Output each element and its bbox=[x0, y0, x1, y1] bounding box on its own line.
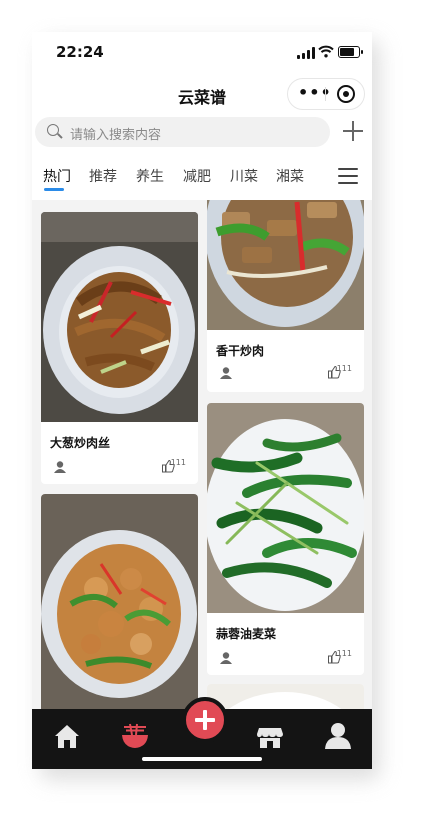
signal-icon bbox=[297, 47, 315, 59]
tab-health[interactable]: 养生 bbox=[136, 166, 164, 186]
like-count: 111 bbox=[336, 364, 352, 373]
recipe-card[interactable]: 香干炒肉 111 bbox=[207, 200, 364, 392]
recipe-image bbox=[207, 403, 364, 613]
like-count: 111 bbox=[336, 649, 352, 658]
recipe-card[interactable] bbox=[207, 684, 364, 710]
miniprogram-capsule: ••• bbox=[287, 78, 365, 110]
tab-sichuan[interactable]: 川菜 bbox=[230, 166, 258, 186]
recipe-name: 蒜蓉油麦菜 bbox=[216, 627, 277, 641]
phone-screen: 22:24 云菜谱 ••• 请输入搜索内容 热门 推荐 养生 减肥 川菜 湘菜 bbox=[32, 32, 372, 769]
capsule-divider bbox=[325, 87, 326, 101]
tab-diet[interactable]: 减肥 bbox=[183, 166, 211, 186]
recipe-feed: 大葱炒肉丝 111 香干炒肉 111 蒜蓉油麦菜 111 bbox=[32, 200, 372, 710]
search-input[interactable]: 请输入搜索内容 bbox=[70, 124, 161, 143]
category-tabs: 热门 推荐 养生 减肥 川菜 湘菜 bbox=[32, 164, 372, 200]
user-icon bbox=[220, 652, 232, 664]
add-icon[interactable] bbox=[340, 118, 366, 144]
like-count: 111 bbox=[170, 458, 186, 467]
close-target-icon[interactable] bbox=[337, 85, 355, 103]
recipe-card[interactable]: 大葱炒肉丝 111 bbox=[41, 212, 198, 484]
battery-icon bbox=[338, 46, 363, 58]
recipe-image bbox=[41, 212, 198, 422]
recipe-image bbox=[207, 684, 364, 710]
user-icon bbox=[220, 367, 232, 379]
tab-hunan[interactable]: 湘菜 bbox=[276, 166, 304, 186]
recipe-name: 大葱炒肉丝 bbox=[50, 436, 111, 450]
navigation-bar: 云菜谱 ••• bbox=[32, 76, 372, 116]
status-bar: 22:24 bbox=[32, 32, 372, 72]
home-indicator bbox=[142, 757, 262, 761]
recipe-bowl-icon[interactable] bbox=[120, 721, 150, 751]
wifi-icon bbox=[318, 45, 334, 58]
user-icon bbox=[54, 461, 66, 473]
profile-icon[interactable] bbox=[323, 721, 353, 751]
bottom-tab-bar bbox=[32, 697, 372, 769]
recipe-card[interactable]: 蒜蓉油麦菜 111 bbox=[207, 403, 364, 675]
recipe-image bbox=[207, 200, 364, 330]
recipe-name: 香干炒肉 bbox=[216, 344, 265, 358]
search-bar[interactable]: 请输入搜索内容 bbox=[35, 117, 330, 147]
tab-recommend[interactable]: 推荐 bbox=[89, 166, 117, 186]
more-icon[interactable]: ••• bbox=[298, 83, 332, 102]
recipe-image bbox=[41, 494, 198, 710]
add-recipe-button[interactable] bbox=[182, 697, 228, 743]
status-time: 22:24 bbox=[56, 43, 104, 61]
tab-hot[interactable]: 热门 bbox=[43, 166, 71, 186]
search-icon bbox=[47, 124, 59, 136]
active-tab-indicator bbox=[44, 188, 64, 191]
menu-icon[interactable] bbox=[338, 168, 358, 184]
recipe-card[interactable] bbox=[41, 494, 198, 710]
store-icon[interactable] bbox=[255, 721, 285, 751]
home-icon[interactable] bbox=[52, 721, 82, 751]
